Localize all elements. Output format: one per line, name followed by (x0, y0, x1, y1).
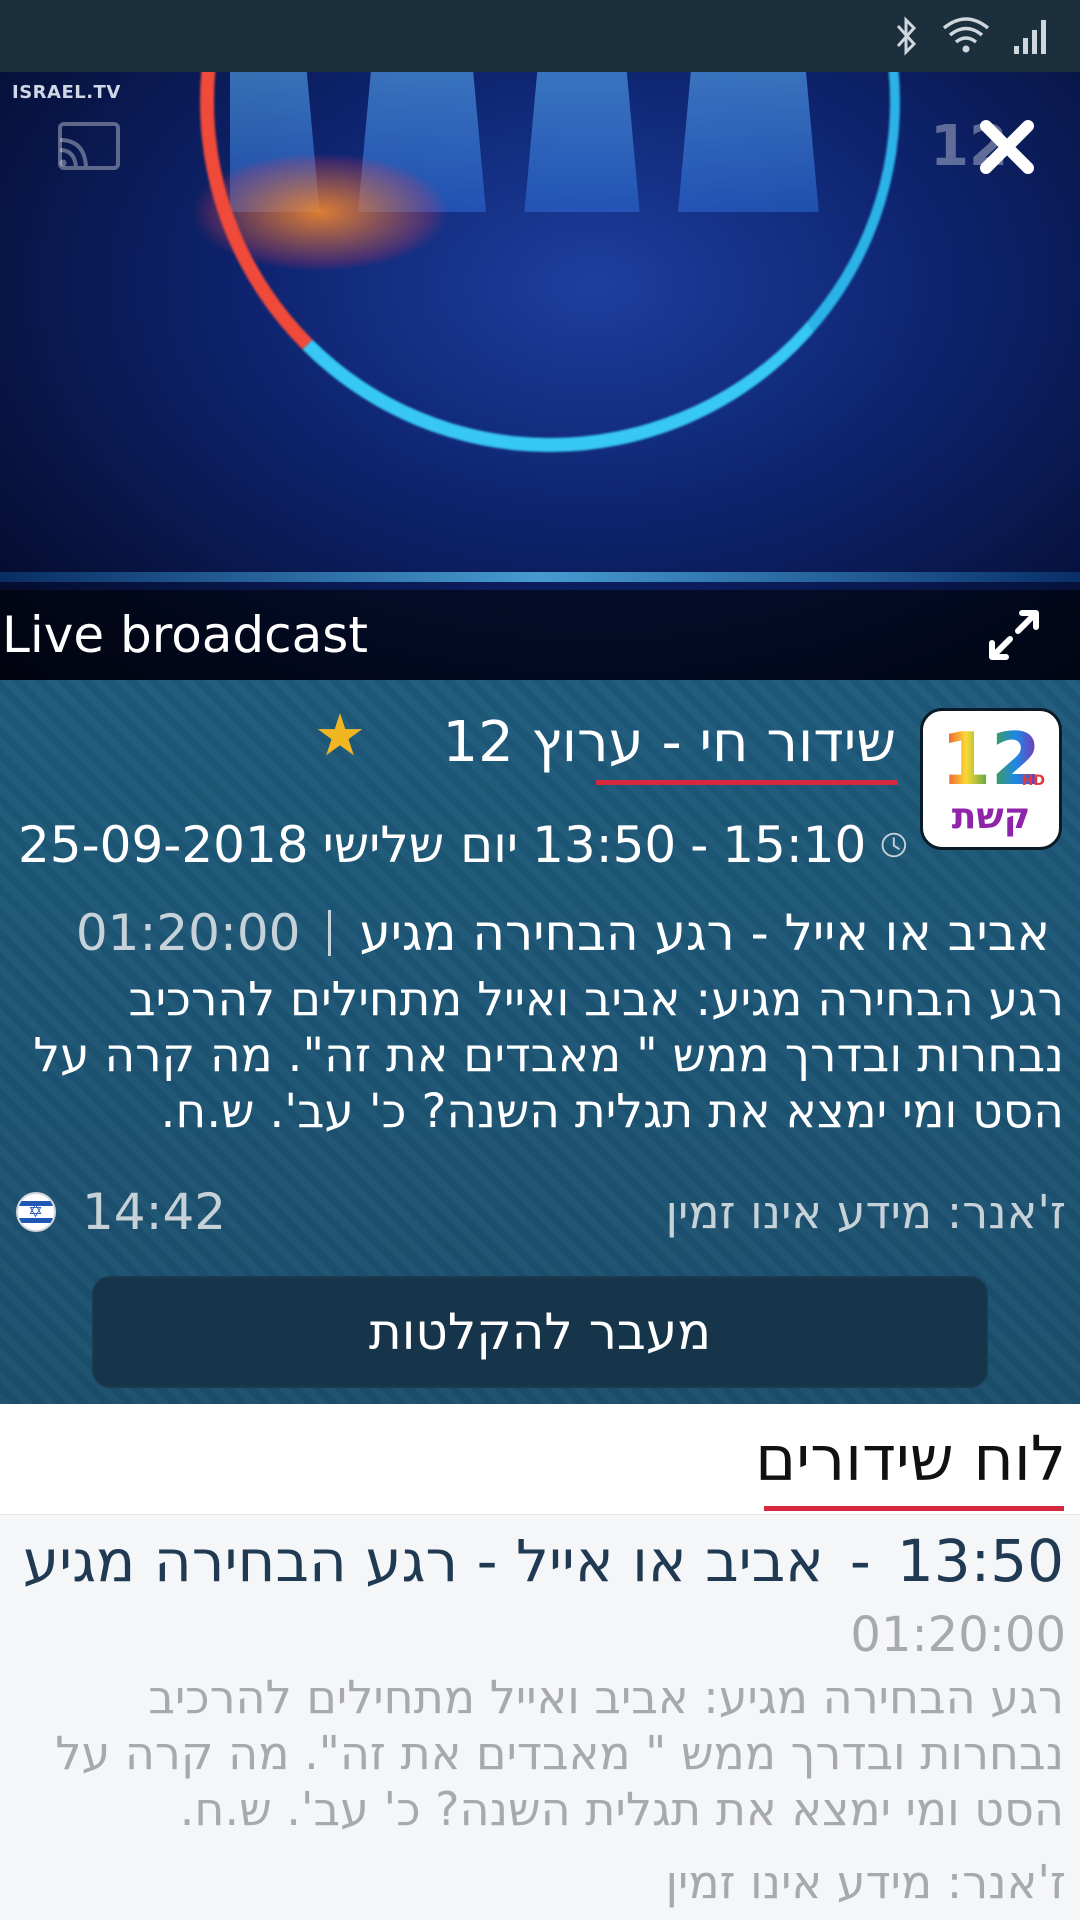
program-duration: 01:20:00 (75, 904, 301, 962)
schedule-item-title: אביב או אייל - רגע הבחירה מגיע - 13:50 (23, 1527, 1064, 1595)
channel-title: שידור חי - ערוץ 12 (442, 710, 896, 775)
clock-icon (881, 832, 907, 858)
channel-logo-name: קשת (951, 796, 1031, 837)
program-description: רגע הבחירה מגיע: אביב ואייל מתחילים להרכ… (33, 972, 1064, 1139)
program-name: אביב או אייל - רגע הבחירה מגיע (359, 904, 1050, 962)
israel-flag-icon: ✡ (16, 1192, 56, 1232)
title-underline (596, 780, 898, 785)
schedule-item-name: אביב או אייל - רגע הבחירה מגיע (22, 1527, 824, 1595)
program-genre: ז'אנר: מידע אינו זמין (665, 1185, 1066, 1239)
schedule-item-genre: ז'אנר: מידע אינו זמין (665, 1855, 1066, 1909)
current-program-row: 01:20:00 אביב או אייל - רגע הבחירה מגיע (70, 898, 1050, 968)
broadcast-day: יום שלישי (322, 816, 519, 874)
bluetooth-icon (896, 16, 917, 56)
video-frame-floor (0, 572, 1080, 582)
program-meta-row: ✡ 14:42 ז'אנר: מידע אינו זמין (16, 1180, 1066, 1244)
schedule-item-description: רגע הבחירה מגיע: אביב ואייל מתחילים להרכ… (55, 1670, 1064, 1836)
status-bar (0, 0, 1080, 72)
close-icon[interactable] (972, 112, 1042, 182)
video-frame-arc (200, 72, 900, 452)
schedule-title: לוח שידורים (755, 1422, 1066, 1495)
live-broadcast-bar: Live broadcast (0, 590, 1080, 680)
broadcast-end-time: 15:10 (722, 816, 867, 874)
broadcast-start-time: 13:50 (532, 816, 677, 874)
schedule-item-time: 13:50 (896, 1527, 1064, 1595)
local-time: 14:42 (82, 1183, 227, 1241)
broadcast-date: 25-09-2018 (18, 816, 309, 874)
schedule-item-dash: - (849, 1527, 871, 1595)
schedule-title-underline (764, 1506, 1064, 1511)
fullscreen-icon[interactable] (984, 605, 1044, 665)
channel-logo: 12 HD קשת (920, 708, 1062, 850)
video-player[interactable]: ISRAEL.TV 12 Live broadcast (0, 72, 1080, 680)
wifi-icon (942, 17, 990, 53)
broadcast-time-row: 25-09-2018 יום שלישי 13:50 - 15:10 (18, 810, 908, 880)
time-dash: - (690, 816, 709, 874)
local-time-group: ✡ 14:42 (16, 1183, 226, 1241)
go-to-recordings-button[interactable]: מעבר להקלטות (92, 1276, 988, 1388)
favorite-star-icon[interactable]: ★ (314, 706, 366, 764)
signal-icon (1014, 20, 1046, 54)
schedule-header: לוח שידורים (0, 1404, 1080, 1514)
channel-info-panel: 12 HD קשת שידור חי - ערוץ 12 ★ 25-09-201… (0, 680, 1080, 1404)
live-broadcast-label: Live broadcast (2, 606, 368, 664)
cast-icon[interactable] (56, 120, 122, 172)
schedule-list-item[interactable]: אביב או אייל - רגע הבחירה מגיע - 13:50 0… (0, 1514, 1080, 1920)
channel-logo-hd: HD (1021, 773, 1045, 789)
schedule-item-duration: 01:20:00 (850, 1607, 1066, 1663)
israel-tv-watermark: ISRAEL.TV (12, 82, 121, 103)
divider (328, 910, 332, 956)
